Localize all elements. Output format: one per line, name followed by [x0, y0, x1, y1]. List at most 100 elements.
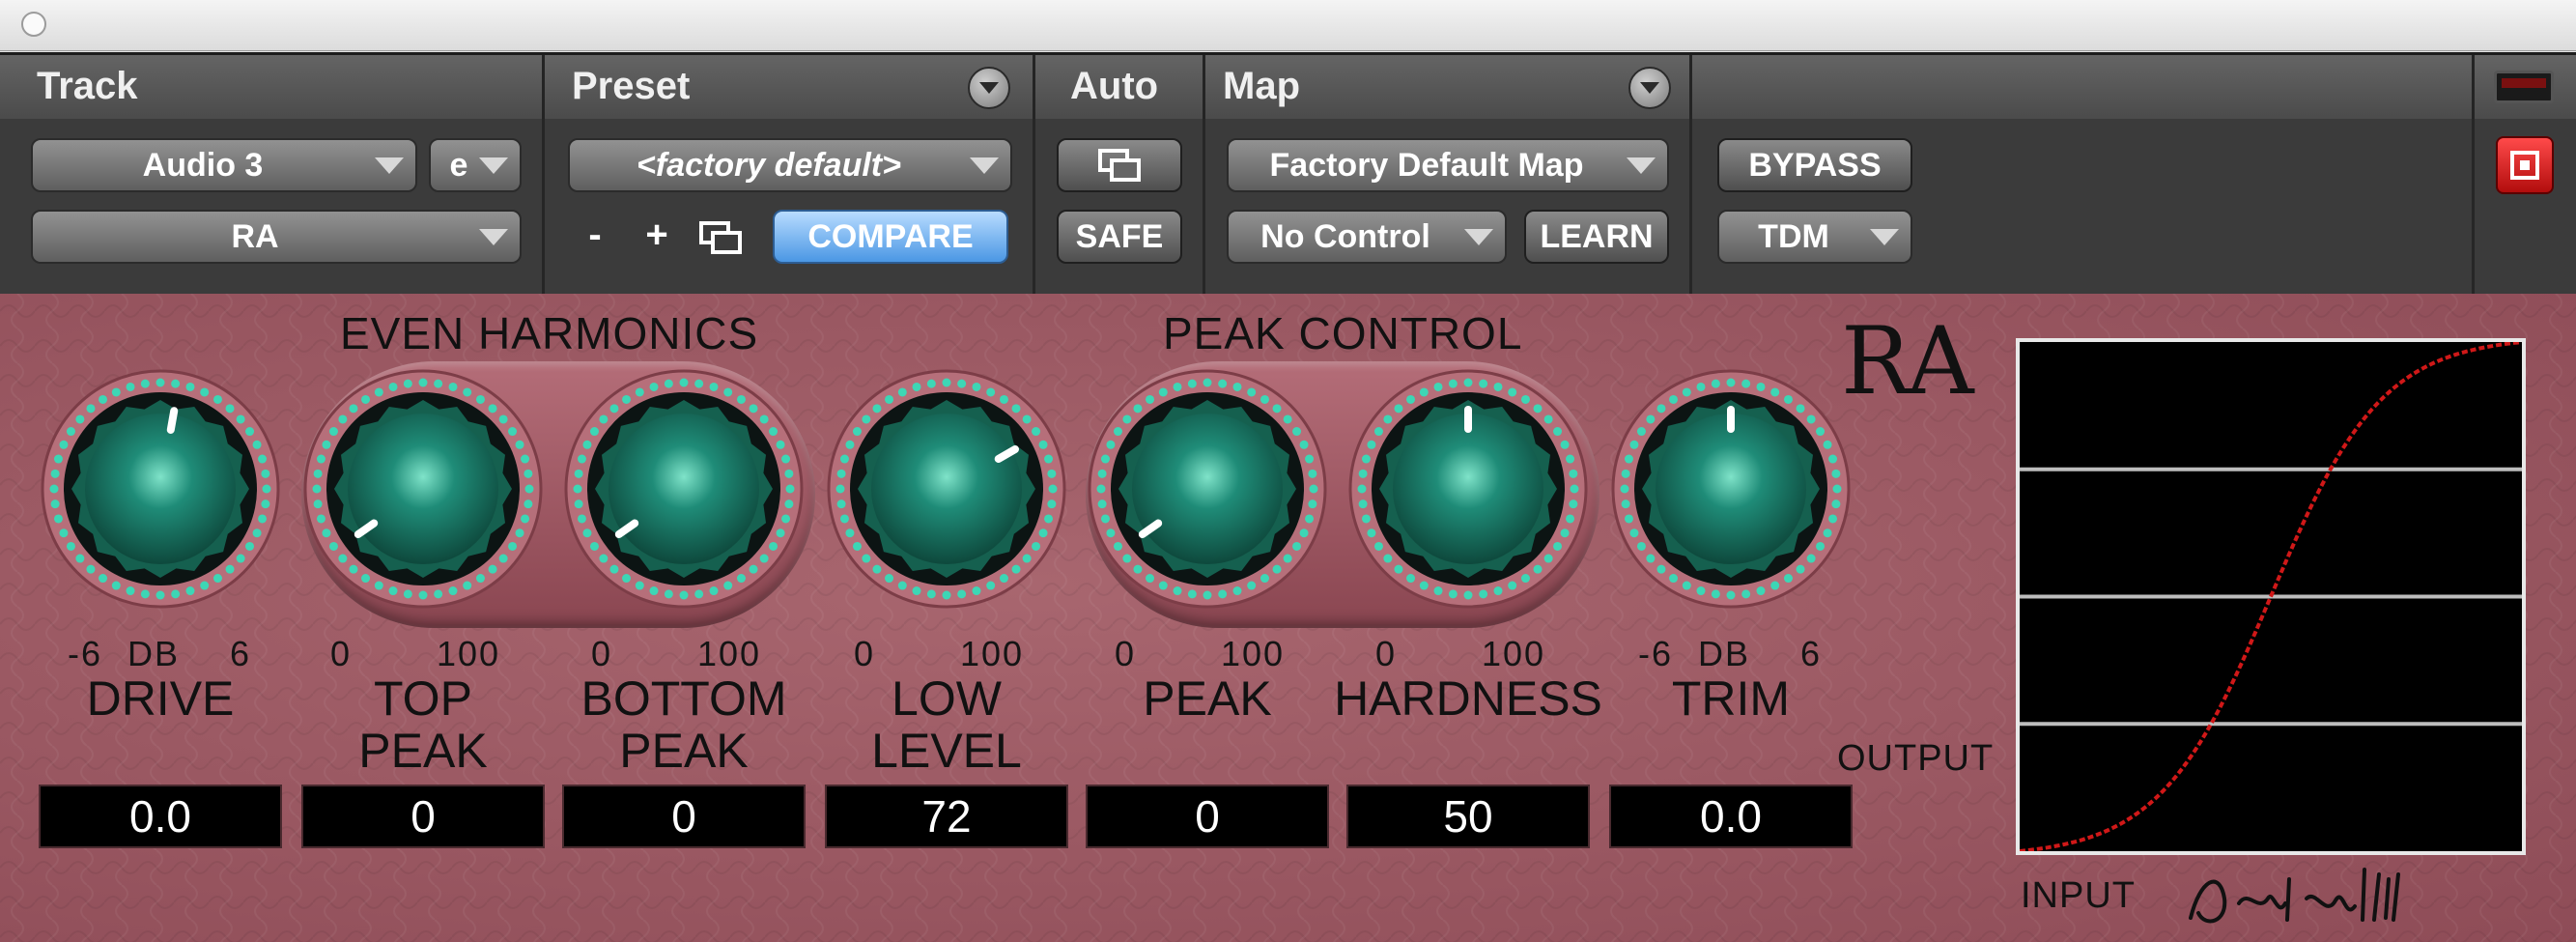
knob-bottom-peak[interactable]: [563, 368, 805, 610]
knob-scale-unit: DB: [127, 634, 181, 673]
knob-value-field[interactable]: 0.0: [39, 785, 282, 848]
knob-scale-min: -6: [68, 634, 103, 673]
even-harmonics-label: EVEN HARMONICS: [340, 308, 759, 358]
plugin-header: Track Preset Auto Map Audio 3 e RA <fact…: [0, 52, 2576, 297]
status-section-bar: [2475, 55, 2576, 119]
format-select-label: TDM: [1758, 217, 1829, 255]
knob-value-field[interactable]: 0: [301, 785, 545, 848]
transfer-curve-chart: [2019, 340, 2523, 853]
chevron-down-icon: [479, 229, 508, 245]
knob-label: LOW: [892, 671, 1002, 726]
knob-label: HARDNESS: [1334, 671, 1602, 726]
track-select[interactable]: Audio 3: [31, 138, 417, 192]
next-preset-button[interactable]: +: [637, 210, 676, 260]
map-select[interactable]: Factory Default Map: [1227, 138, 1669, 192]
channel-select-label: e: [449, 146, 468, 184]
clip-indicator-icon: [2494, 71, 2554, 103]
knob-scale-min: 0: [1375, 634, 1398, 673]
knob-label: PEAK: [1143, 671, 1272, 726]
divider: [1033, 119, 1035, 297]
preset-section-bar: Preset: [545, 55, 1035, 119]
knob-scale-max: 100: [960, 634, 1025, 673]
auto-section-bar: Auto: [1035, 55, 1205, 119]
knob-scale-min: 0: [854, 634, 876, 673]
knob-low-level[interactable]: [826, 368, 1067, 610]
knob-scale-max: 100: [437, 634, 501, 673]
knob-top-peak[interactable]: [302, 368, 544, 610]
knob-scale-min: -6: [1638, 634, 1674, 673]
knob-peak[interactable]: [1087, 368, 1328, 610]
window-close-button[interactable]: [21, 12, 46, 37]
map-title: Map: [1223, 65, 1300, 107]
knob-label: BOTTOM: [580, 671, 787, 726]
knob-label-line2: LEVEL: [871, 724, 1022, 778]
knob-scale-max: 100: [697, 634, 762, 673]
signature-image: [2189, 868, 2400, 924]
channel-select[interactable]: e: [429, 138, 522, 192]
copy-settings-icon[interactable]: [699, 221, 742, 259]
knob-scale-max: 100: [1221, 634, 1286, 673]
chevron-down-icon: [970, 157, 999, 174]
plugin-logo: RA: [1841, 307, 1974, 415]
insert-select[interactable]: RA: [31, 210, 522, 264]
divider: [2472, 119, 2475, 297]
knob-scale-min: 0: [591, 634, 613, 673]
knob-label: TOP: [374, 671, 472, 726]
map-section-bar: Map: [1205, 55, 1692, 119]
divider: [1203, 119, 1205, 297]
knob-value-field[interactable]: 0.0: [1609, 785, 1853, 848]
knob-scale-min: 0: [1115, 634, 1137, 673]
knob-label: TRIM: [1671, 671, 1791, 726]
map-menu-button[interactable]: [1628, 67, 1671, 109]
chevron-down-icon: [1627, 157, 1656, 174]
track-title: Track: [37, 65, 138, 107]
power-icon: [2510, 151, 2539, 180]
knob-drive[interactable]: [40, 368, 281, 610]
control-select-label: No Control: [1260, 217, 1430, 255]
safe-button[interactable]: SAFE: [1057, 210, 1182, 264]
knob-pointer: [166, 407, 179, 434]
knob-scale-max: 6: [1800, 634, 1823, 673]
preset-select[interactable]: <factory default>: [568, 138, 1012, 192]
divider: [542, 119, 545, 297]
chevron-down-icon: [1640, 82, 1659, 94]
control-select[interactable]: No Control: [1227, 210, 1507, 264]
auto-title: Auto: [1070, 65, 1159, 107]
automation-window-icon: [1098, 149, 1141, 182]
window-titlebar: [0, 0, 2576, 51]
track-select-label: Audio 3: [142, 146, 264, 184]
knob-label-line2: PEAK: [358, 724, 488, 778]
track-section-bar: Track: [0, 55, 545, 119]
knob-value-field[interactable]: 50: [1346, 785, 1590, 848]
preset-menu-button[interactable]: [968, 67, 1010, 109]
peak-control-label: PEAK CONTROL: [1163, 308, 1523, 358]
format-select[interactable]: TDM: [1717, 210, 1912, 264]
knob-scale-unit: DB: [1698, 634, 1751, 673]
chevron-down-icon: [1464, 229, 1493, 245]
transfer-curve-display: [2016, 338, 2526, 855]
map-select-label: Factory Default Map: [1269, 146, 1584, 184]
bypass-button[interactable]: BYPASS: [1717, 138, 1912, 192]
insert-select-label: RA: [231, 217, 279, 255]
automation-button[interactable]: [1057, 138, 1182, 192]
knob-scale-min: 0: [330, 634, 353, 673]
previous-preset-button[interactable]: -: [576, 210, 614, 260]
extra-section-bar: [1692, 55, 2475, 119]
knob-value-field[interactable]: 72: [825, 785, 1068, 848]
chevron-down-icon: [1870, 229, 1899, 245]
chevron-down-icon: [375, 157, 404, 174]
knob-value-field[interactable]: 0: [1086, 785, 1329, 848]
preset-title: Preset: [572, 65, 691, 107]
divider: [1689, 119, 1692, 297]
compare-button[interactable]: COMPARE: [773, 210, 1008, 264]
power-button[interactable]: [2496, 136, 2554, 194]
knob-label: DRIVE: [86, 671, 235, 726]
knob-trim[interactable]: [1610, 368, 1852, 610]
output-axis-label: OUTPUT: [1837, 738, 1995, 779]
chevron-down-icon: [479, 157, 508, 174]
knob-hardness[interactable]: [1347, 368, 1589, 610]
preset-select-label: <factory default>: [637, 146, 901, 184]
knob-value-field[interactable]: 0: [562, 785, 806, 848]
learn-button[interactable]: LEARN: [1524, 210, 1669, 264]
knob-scale-max: 6: [230, 634, 252, 673]
